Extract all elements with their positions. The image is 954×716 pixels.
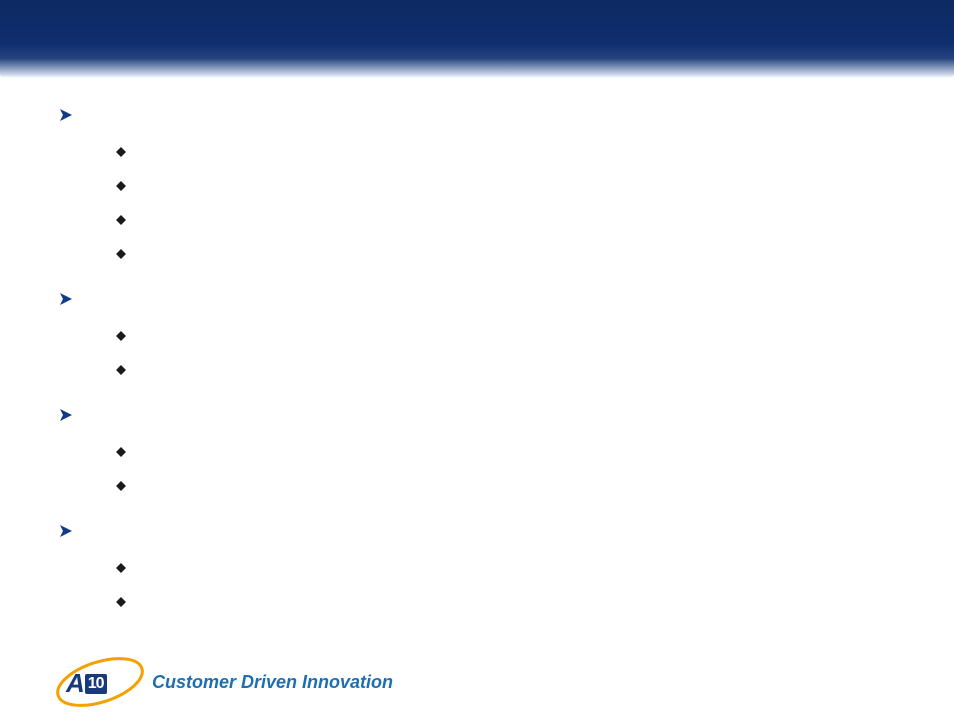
slide-footer: A10 Customer Driven Innovation <box>60 660 393 704</box>
diamond-icon <box>116 147 126 157</box>
diamond-icon <box>116 447 126 457</box>
bullet-section <box>60 522 894 624</box>
sub-list <box>60 430 894 508</box>
diamond-icon <box>116 181 126 191</box>
bullet-section <box>60 106 894 276</box>
section-head <box>60 522 894 546</box>
list-item <box>116 362 894 382</box>
list-item <box>116 144 894 164</box>
diamond-icon <box>116 597 126 607</box>
diamond-icon <box>116 331 126 341</box>
section-head <box>60 406 894 430</box>
logo-text: A10 <box>66 668 107 699</box>
diamond-icon <box>116 481 126 491</box>
bullet-section <box>60 290 894 392</box>
logo-a: A <box>66 668 84 698</box>
list-item <box>116 560 894 580</box>
arrow-icon <box>60 292 74 306</box>
diamond-icon <box>116 249 126 259</box>
list-item <box>116 328 894 348</box>
list-item <box>116 246 894 266</box>
list-item <box>116 594 894 614</box>
arrow-icon <box>60 108 74 122</box>
list-item <box>116 178 894 198</box>
diamond-icon <box>116 563 126 573</box>
list-item <box>116 478 894 498</box>
a10-logo: A10 <box>60 660 138 704</box>
sub-list <box>60 130 894 276</box>
arrow-icon <box>60 524 74 538</box>
slide-body <box>0 78 954 624</box>
slide-title-bar <box>0 0 954 78</box>
sub-list <box>60 314 894 392</box>
list-item <box>116 444 894 464</box>
sub-list <box>60 546 894 624</box>
diamond-icon <box>116 215 126 225</box>
bullet-section <box>60 406 894 508</box>
section-head <box>60 290 894 314</box>
list-item <box>116 212 894 232</box>
section-head <box>60 106 894 130</box>
arrow-icon <box>60 408 74 422</box>
diamond-icon <box>116 365 126 375</box>
footer-tagline: Customer Driven Innovation <box>152 672 393 693</box>
logo-ten: 10 <box>85 674 107 694</box>
